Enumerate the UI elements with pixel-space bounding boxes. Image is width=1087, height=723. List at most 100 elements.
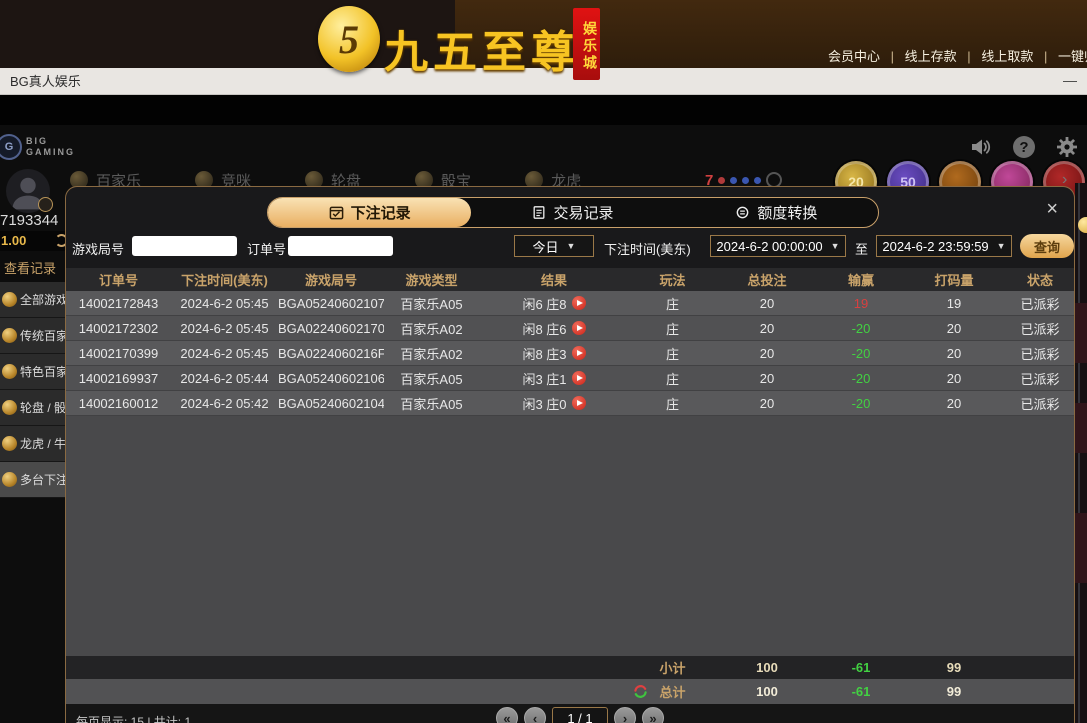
- cell-total-bet: 20: [716, 321, 818, 336]
- cell-game-type: 百家乐A02: [384, 319, 479, 338]
- sound-icon[interactable]: [969, 135, 993, 159]
- total-total-bet: 100: [716, 684, 818, 699]
- col-bet-time: 下注时间(美东): [171, 270, 278, 289]
- replay-icon[interactable]: [572, 321, 586, 335]
- cell-bet-time: 2024-6-2 05:45: [171, 321, 278, 336]
- page-indicator: 1 / 1: [552, 707, 608, 723]
- floating-gold-icon: [1078, 217, 1087, 233]
- brand-header: 5 九五至尊 娱乐城 会员中心 | 线上存款 | 线上取款 | 一键归户: [0, 0, 1087, 68]
- filter-row: 游戏局号 订单号 今日▼ 下注时间(美东) 2024-6-2 00:00:00▼…: [66, 233, 1075, 261]
- member-center-link[interactable]: 会员中心: [828, 49, 880, 64]
- table-header: 订单号 下注时间(美东) 游戏局号 游戏类型 结果 玩法 总投注 输赢 打码量 …: [66, 268, 1075, 291]
- chevron-down-icon: ▼: [567, 241, 576, 251]
- view-records-label: 查看记录: [4, 258, 56, 277]
- col-win-loss: 输赢: [818, 270, 904, 289]
- cell-result: 闲8 庄3: [479, 344, 629, 363]
- cell-order-id: 14002172843: [66, 296, 171, 311]
- refresh-totals-icon[interactable]: [632, 683, 649, 700]
- order-number-label: 订单号: [247, 239, 286, 258]
- coin-transfer-icon: [735, 205, 750, 220]
- cell-valid-bet: 20: [904, 346, 1004, 361]
- cell-round-id: BGA0224060216F: [278, 346, 384, 361]
- cell-valid-bet: 20: [904, 371, 1004, 386]
- prev-page-button[interactable]: ‹: [524, 707, 546, 723]
- blue-dot: [754, 177, 761, 184]
- sidebar-item-all-games[interactable]: 全部游戏: [0, 282, 67, 318]
- sidebar-item-classic-baccarat[interactable]: 传统百家乐: [0, 318, 67, 354]
- cell-win-loss: -20: [818, 346, 904, 361]
- sidebar-menu: 全部游戏 传统百家乐 特色百家乐 轮盘 / 骰宝 龙虎 / 牛牛 多台下注: [0, 282, 67, 498]
- cell-game-type: 百家乐A02: [384, 344, 479, 363]
- big-gaming-logo-icon: G: [0, 134, 22, 160]
- pagination-summary: 每页显示: 15 | 共计: 1: [76, 713, 191, 723]
- table-row[interactable]: 14002172302 2024-6-2 05:45 BGA0224060217…: [66, 316, 1075, 341]
- tab-transaction-records[interactable]: 交易记录: [471, 198, 674, 227]
- game-round-input[interactable]: [132, 236, 237, 256]
- records-modal: × 下注记录 交易记: [65, 186, 1075, 723]
- total-win-loss: -61: [818, 684, 904, 699]
- replay-icon[interactable]: [572, 346, 586, 360]
- settings-gear-icon[interactable]: [1055, 135, 1079, 159]
- sidebar-item-dragontiger-niuniu[interactable]: 龙虎 / 牛牛: [0, 426, 67, 462]
- col-status: 状态: [1004, 270, 1075, 289]
- one-key-transfer-link[interactable]: 一键归户: [1058, 49, 1087, 64]
- col-order-id: 订单号: [66, 270, 171, 289]
- dragontiger-niuniu-icon: [2, 436, 17, 451]
- cell-round-id: BGA05240602104: [278, 396, 384, 411]
- table-row[interactable]: 14002160012 2024-6-2 05:42 BGA0524060210…: [66, 391, 1075, 416]
- cell-bet-time: 2024-6-2 05:45: [171, 346, 278, 361]
- col-round-id: 游戏局号: [278, 270, 384, 289]
- order-number-input[interactable]: [288, 236, 393, 256]
- time-from-select[interactable]: 2024-6-2 00:00:00▼: [710, 235, 846, 257]
- col-total-bet: 总投注: [716, 270, 818, 289]
- subtotal-total-bet: 100: [716, 660, 818, 675]
- first-page-button[interactable]: «: [496, 707, 518, 723]
- cell-valid-bet: 20: [904, 396, 1004, 411]
- next-page-button[interactable]: ›: [614, 707, 636, 723]
- sidebar-item-multi-table[interactable]: 多台下注: [0, 462, 67, 498]
- time-to-select[interactable]: 2024-6-2 23:59:59▼: [876, 235, 1012, 257]
- table-row[interactable]: 14002169937 2024-6-2 05:44 BGA0524060210…: [66, 366, 1075, 391]
- cell-game-type: 百家乐A05: [384, 294, 479, 313]
- chevron-down-icon: ▼: [831, 241, 840, 251]
- cell-result: 闲3 庄1: [479, 369, 629, 388]
- to-label: 至: [855, 239, 868, 258]
- total-row: 总计 100 -61 99: [66, 679, 1075, 704]
- cell-play: 庄: [629, 369, 716, 388]
- cell-round-id: BGA05240602107: [278, 296, 384, 311]
- col-valid-bet: 打码量: [904, 270, 1004, 289]
- withdraw-link[interactable]: 线上取款: [981, 49, 1033, 64]
- close-icon[interactable]: ×: [1046, 199, 1058, 219]
- link-separator: |: [891, 49, 894, 64]
- sidebar-item-roulette-sicbo[interactable]: 轮盘 / 骰宝: [0, 390, 67, 426]
- replay-icon[interactable]: [572, 296, 586, 310]
- date-range-select[interactable]: 今日▼: [514, 235, 594, 257]
- last-page-button[interactable]: »: [642, 707, 664, 723]
- replay-icon[interactable]: [572, 371, 586, 385]
- table-row[interactable]: 14002172843 2024-6-2 05:45 BGA0524060210…: [66, 291, 1075, 316]
- replay-icon[interactable]: [572, 396, 586, 410]
- document-icon: [532, 205, 546, 220]
- window-tab-title[interactable]: BG真人娱乐: [10, 68, 81, 95]
- game-round-label: 游戏局号: [72, 239, 124, 258]
- cell-status: 已派彩: [1004, 294, 1075, 313]
- deposit-link[interactable]: 线上存款: [905, 49, 957, 64]
- help-icon[interactable]: ?: [1013, 136, 1035, 158]
- search-button[interactable]: 查询: [1020, 234, 1074, 258]
- cell-total-bet: 20: [716, 396, 818, 411]
- sidebar: 7193344 1.00 查看记录 全部游戏 传统百家乐 特色百家乐 轮盘 / …: [0, 165, 67, 723]
- table-row[interactable]: 14002170399 2024-6-2 05:45 BGA0224060216…: [66, 341, 1075, 366]
- sidebar-item-special-baccarat[interactable]: 特色百家乐: [0, 354, 67, 390]
- scroll-track: [1078, 183, 1080, 723]
- multi-table-icon: [2, 472, 17, 487]
- cell-round-id: BGA05240602106: [278, 371, 384, 386]
- cell-win-loss: -20: [818, 371, 904, 386]
- cell-game-type: 百家乐A05: [384, 369, 479, 388]
- cell-status: 已派彩: [1004, 369, 1075, 388]
- tab-bet-records[interactable]: 下注记录: [268, 198, 471, 227]
- brand-logo-icon: 5: [318, 6, 380, 72]
- special-baccarat-icon: [2, 364, 17, 379]
- minimize-button[interactable]: —: [1063, 68, 1077, 93]
- cell-play: 庄: [629, 394, 716, 413]
- tab-credit-transfer[interactable]: 额度转换: [675, 198, 878, 227]
